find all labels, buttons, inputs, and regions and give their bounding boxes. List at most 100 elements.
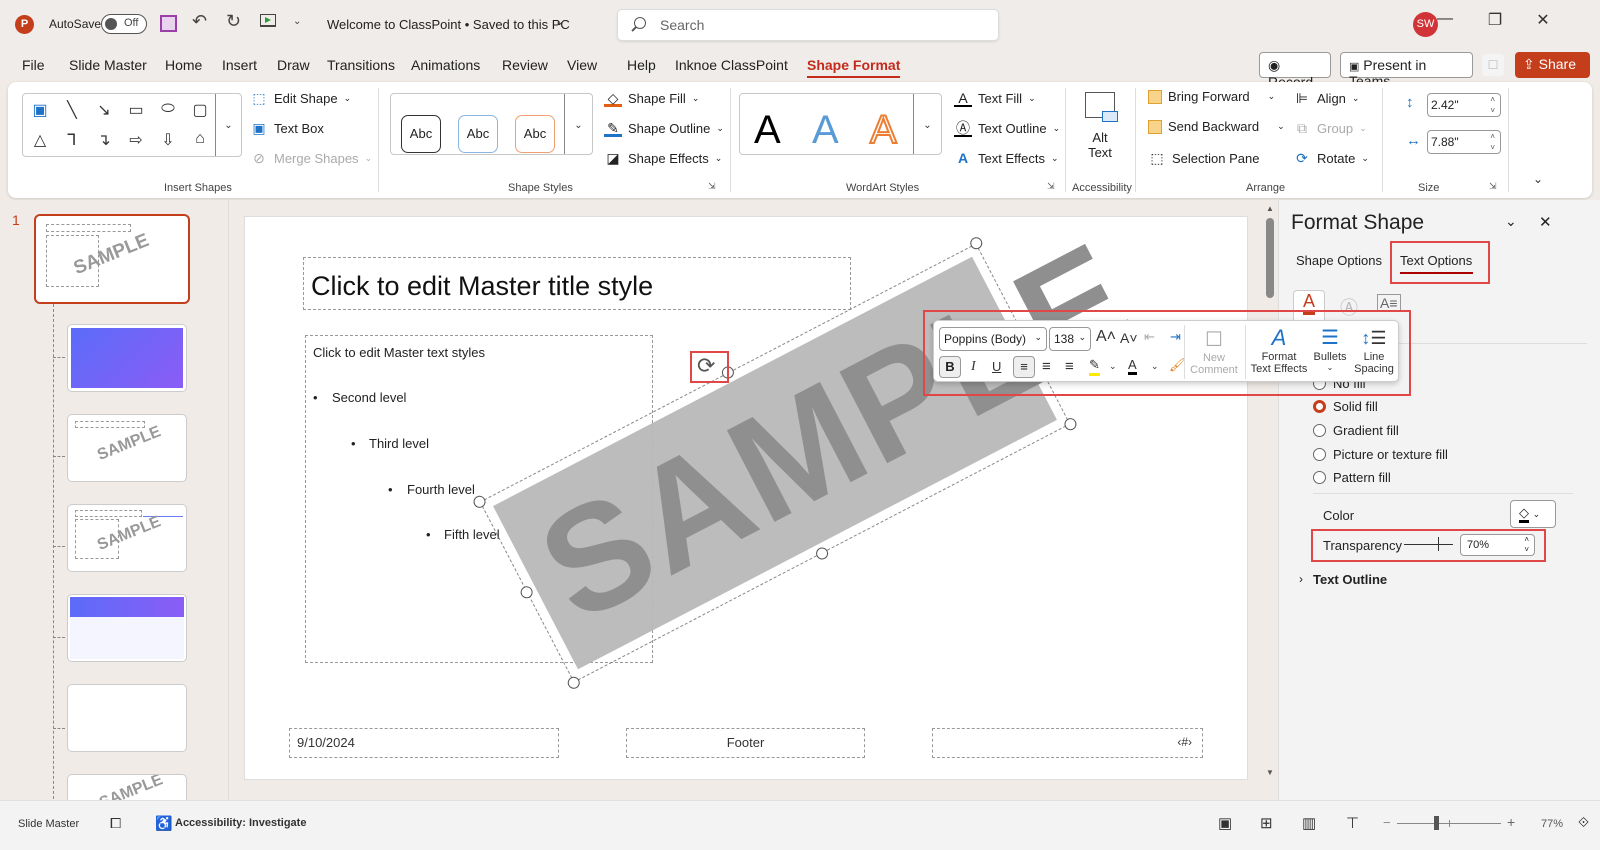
footer-placeholder[interactable]: Footer [626,728,865,758]
text-outline-section[interactable]: Text Outline [1313,572,1387,587]
redo-icon[interactable]: ↻ [226,11,241,32]
align-right-icon[interactable]: ≡ [1065,358,1074,375]
notes-icon[interactable]: ⧠ [110,815,121,832]
thumbnail-master[interactable]: SAMPLE [34,214,190,304]
tab-text-options[interactable]: Text Options [1400,253,1472,268]
oval-shape-icon[interactable]: ⬭ [156,100,180,118]
fill-option-solid-fill[interactable]: Solid fill [1313,399,1378,414]
color-picker-button[interactable]: ◇ ⌄ [1510,500,1556,528]
align-left-button[interactable]: ≡ [1013,356,1035,378]
fill-option-picture-fill[interactable]: Picture or texture fill [1313,447,1448,462]
text-box-shape-icon[interactable]: ▣ [28,100,52,120]
bold-button[interactable]: B [939,356,961,378]
tab-insert[interactable]: Insert [222,57,257,73]
normal-view-icon[interactable]: ▣ [1218,814,1232,832]
slide-show-icon[interactable]: ⊤ [1346,814,1359,832]
thumbnail-layout-5[interactable] [67,684,187,752]
triangle-shape-icon[interactable]: △ [28,130,52,150]
line-shape-icon[interactable]: ╲ [60,100,84,120]
font-size-select[interactable]: 138 ⌄ [1049,327,1091,351]
underline-button[interactable]: U [992,359,1001,374]
tab-view[interactable]: View [567,57,597,73]
customize-toolbar-icon[interactable]: ⌄ [293,16,301,27]
thumbnail-layout-6[interactable]: SAMPLE [67,774,187,800]
pane-close-icon[interactable]: ✕ [1539,213,1552,231]
selection-pane-button[interactable]: ⬚ Selection Pane [1148,149,1259,167]
shape-height-input[interactable]: 2.42" ˄ ˅ [1427,93,1501,117]
font-color-dropdown-icon[interactable]: ⌄ [1151,361,1159,372]
save-icon[interactable] [160,15,177,32]
freeform-shape-icon[interactable]: ⌂ [188,130,212,148]
shape-outline-button[interactable]: ✎ Shape Outline ⌄ [604,119,724,137]
tab-shape-format[interactable]: Shape Format [807,57,901,78]
transparency-slider-thumb[interactable] [1438,537,1440,551]
accessibility-status[interactable]: Accessibility: Investigate [175,817,306,829]
line-spacing-button[interactable]: ↕☰ Line Spacing [1352,325,1396,375]
text-outline-expand-icon[interactable]: › [1299,572,1303,586]
shape-style-swatch-orange[interactable]: Abc [515,115,555,153]
fit-to-window-icon[interactable]: ⟐ [1578,814,1589,831]
tab-review[interactable]: Review [502,57,548,73]
pane-options-chevron-icon[interactable]: ⌄ [1505,213,1517,230]
present-in-teams-button[interactable]: ▣ Present in Teams [1340,52,1473,89]
comments-icon[interactable]: ☐ [1482,54,1504,76]
rotate-button[interactable]: ⟳ Rotate ⌄ [1293,149,1369,167]
transparency-input[interactable]: 70% ˄ ˅ [1460,534,1535,556]
format-text-effects-button[interactable]: A Format Text Effects [1248,325,1310,375]
undo-icon[interactable]: ↶ [192,11,207,32]
down-arrow-shape-icon[interactable]: ⇩ [156,130,180,150]
wordart-more-icon[interactable]: ⌄ [913,94,941,154]
record-button[interactable]: ◉ Record [1259,52,1331,90]
title-chevron-icon[interactable]: ⌄ [555,15,564,28]
tab-slide-master[interactable]: Slide Master [69,57,147,73]
zoom-out-icon[interactable]: − [1383,815,1391,830]
close-icon[interactable]: ✕ [1528,10,1558,30]
fill-option-pattern-fill[interactable]: Pattern fill [1313,470,1391,485]
decrease-indent-icon[interactable]: ⇤ [1144,329,1155,345]
tab-transitions[interactable]: Transitions [327,57,395,73]
thumbnail-layout-3[interactable]: SAMPLE [67,504,187,572]
title-placeholder[interactable]: Click to edit Master title style [303,257,851,310]
thumbnail-layout-2[interactable]: SAMPLE [67,414,187,482]
tab-file[interactable]: File [22,57,45,73]
send-backward-button[interactable]: Send Backward ⌄ [1148,119,1285,134]
elbow-connector-icon[interactable]: ⅂ [60,130,84,150]
italic-button[interactable]: I [971,359,976,375]
group-button[interactable]: ⧉ Group ⌄ [1293,119,1367,137]
restore-icon[interactable]: ❐ [1480,10,1510,30]
increase-indent-icon[interactable]: ⇥ [1170,329,1181,345]
shape-style-swatch-blue[interactable]: Abc [458,115,498,153]
decrease-font-size-icon[interactable]: A˅ [1120,330,1138,346]
tab-home[interactable]: Home [165,57,202,73]
zoom-level[interactable]: 77% [1541,818,1563,830]
share-button[interactable]: ⇪ Share ⌄ [1515,52,1590,89]
wordart-swatch-black[interactable]: A [754,108,781,153]
shape-width-input[interactable]: 7.88" ˄ ˅ [1427,130,1501,154]
shape-effects-button[interactable]: ◪ Shape Effects ⌄ [604,149,722,167]
wordart-launcher-icon[interactable]: ⇲ [1047,181,1055,192]
bullets-button[interactable]: ☰ Bullets ⌄ [1312,325,1348,372]
tab-shape-options[interactable]: Shape Options [1296,253,1382,268]
highlight-dropdown-icon[interactable]: ⌄ [1109,361,1117,372]
font-family-select[interactable]: Poppins (Body) ⌄ [939,327,1047,351]
align-center-icon[interactable]: ≡ [1042,358,1051,375]
slide-master-page[interactable]: Click to edit Master title style Click t… [244,210,1248,780]
shape-styles-gallery[interactable]: Abc Abc Abc ⌄ [390,93,593,155]
vertical-scrollbar[interactable]: ▲ ▼ [1266,204,1274,780]
shapes-more-icon[interactable]: ⌄ [215,94,241,156]
align-button[interactable]: ⊫ Align ⌄ [1293,89,1360,107]
tab-inknoe-classpoint[interactable]: Inknoe ClassPoint [675,57,788,73]
scrollbar-thumb[interactable] [1266,218,1274,298]
edit-shape-button[interactable]: ⬚ Edit Shape ⌄ [250,89,351,107]
page-number-placeholder[interactable]: ‹#› [932,728,1203,758]
minimize-icon[interactable]: — [1430,10,1460,28]
wordart-swatch-orange[interactable]: A [869,107,898,153]
size-launcher-icon[interactable]: ⇲ [1489,181,1497,192]
shapes-gallery[interactable]: ▣ ╲ ↘ ▭ ⬭ ▢ △ ⅂ ↴ ⇨ ⇩ ⌂ ⌄ [22,93,242,157]
slide-sorter-icon[interactable]: ⊞ [1260,814,1273,832]
arrow-line-shape-icon[interactable]: ↘ [92,100,116,120]
fill-option-gradient-fill[interactable]: Gradient fill [1313,423,1399,438]
height-spinner-icon[interactable]: ˄ ˅ [1490,94,1495,116]
new-comment-button[interactable]: ☐ New Comment [1188,327,1240,376]
merge-shapes-button[interactable]: ⊘ Merge Shapes ⌄ [250,149,372,167]
